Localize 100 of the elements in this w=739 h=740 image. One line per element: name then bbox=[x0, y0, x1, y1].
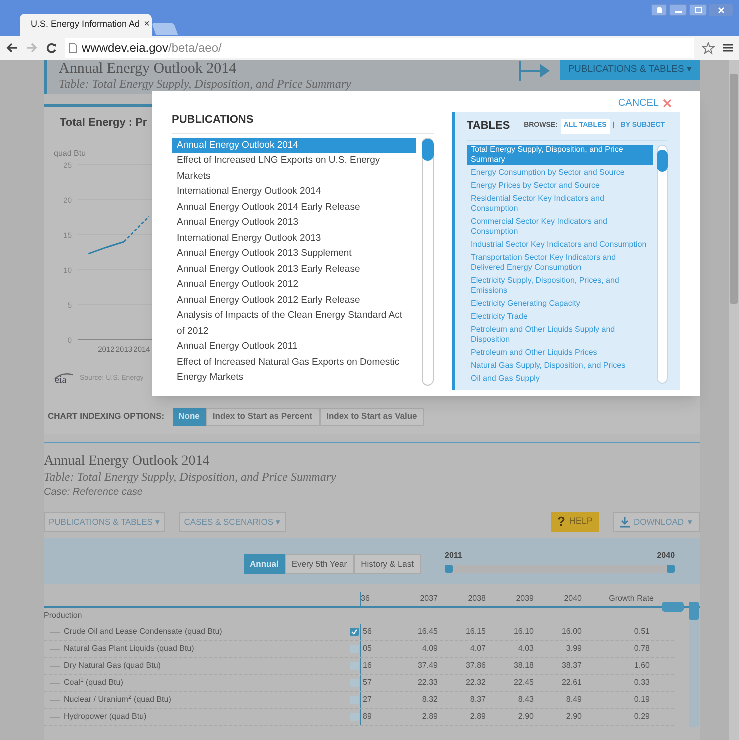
indexing-option[interactable]: None bbox=[172, 408, 206, 426]
table-item[interactable]: Energy Prices by Sector and Source bbox=[467, 180, 653, 190]
row-checkbox[interactable] bbox=[350, 679, 359, 687]
scrollbar[interactable] bbox=[657, 144, 668, 384]
table-cell: 0.78 bbox=[634, 644, 650, 653]
table-item[interactable]: Industrial Sector Key Indicators and Consumption bbox=[467, 240, 653, 250]
table-item[interactable]: Petroleum and Other Liquids Supply and Disposition bbox=[467, 324, 653, 344]
publication-item[interactable]: Analysis of Impacts of the Clean Energy Standard Act of 2012 bbox=[172, 308, 416, 339]
publication-item[interactable]: Annual Energy Outlook 2011 bbox=[172, 339, 416, 354]
page-scrollbar[interactable] bbox=[729, 60, 739, 740]
publications-tables-button[interactable]: PUBLICATIONS & TABLES ▾ bbox=[560, 60, 700, 80]
publication-item[interactable]: Annual Energy Outlook 2012 Early Release bbox=[172, 292, 416, 308]
address-field[interactable]: wwwdev.eia.gov/beta/aeo/ bbox=[65, 38, 694, 58]
publication-item[interactable]: Annual Energy Outlook 2014 bbox=[172, 138, 416, 153]
table-cell: 8.43 bbox=[518, 695, 534, 704]
period-tab[interactable]: Every 5th Year bbox=[284, 554, 354, 574]
row-checkbox[interactable] bbox=[350, 696, 359, 704]
year-range-slider[interactable] bbox=[445, 564, 676, 572]
indexing-option[interactable]: Index to Start as Value bbox=[320, 408, 424, 426]
publication-item[interactable]: Annual Energy Outlook 2013 bbox=[172, 215, 416, 230]
browser-tab[interactable]: U.S. Energy Information Ad × bbox=[20, 14, 152, 36]
table-item[interactable]: Residential Sector Key Indicators and Consumption bbox=[467, 194, 653, 214]
table-cell: 4.07 bbox=[470, 644, 486, 653]
table-item[interactable]: Petroleum and Other Liquids Prices bbox=[467, 348, 653, 358]
table-cell: 4.09 bbox=[422, 644, 438, 653]
dropdown-button[interactable]: CASES & SCENARIOS ▾ bbox=[179, 512, 286, 532]
cancel-button[interactable]: CANCEL bbox=[618, 96, 672, 111]
slider-handle[interactable] bbox=[445, 564, 454, 572]
reload-icon[interactable] bbox=[46, 42, 57, 54]
publication-item[interactable]: International Energy Outlook 2013 bbox=[172, 230, 416, 246]
publication-item[interactable]: Annual Energy Outlook 2013 Supplement bbox=[172, 246, 416, 262]
table-item[interactable]: Transportation Sector Key Indicators and Delivered Energy Consumption bbox=[467, 252, 653, 272]
horizontal-scroll-thumb[interactable] bbox=[662, 602, 684, 612]
table-cell: 2.90 bbox=[518, 712, 534, 721]
minimize-icon[interactable] bbox=[669, 4, 687, 16]
table-cell: 0.51 bbox=[634, 627, 650, 636]
download-button[interactable]: DOWNLOAD ▾ bbox=[612, 512, 700, 532]
page-title: Annual Energy Outlook 2014 bbox=[59, 61, 238, 77]
row-checkbox[interactable] bbox=[350, 713, 359, 721]
table-item[interactable]: Electricity Supply, Disposition, Prices, and Emissions bbox=[467, 276, 653, 296]
table-cell: 8.37 bbox=[470, 695, 486, 704]
table-item[interactable]: Natural Gas Supply, Disposition, and Prices bbox=[467, 360, 653, 370]
star-icon[interactable] bbox=[702, 42, 715, 54]
indexing-option[interactable]: Index to Start as Percent bbox=[206, 408, 320, 426]
publication-item[interactable]: Annual Energy Outlook 2014 Early Release bbox=[172, 200, 416, 215]
row-checkbox[interactable] bbox=[350, 628, 359, 636]
table-cell: 16.10 bbox=[514, 627, 534, 636]
table-item[interactable]: Total Energy Supply, Disposition, and Price Summary bbox=[467, 144, 653, 164]
tab-title: U.S. Energy Information Ad bbox=[31, 18, 140, 32]
table-cell: 22.33 bbox=[418, 678, 438, 687]
section-subtitle: Table: Total Energy Supply, Disposition, and Price Summary bbox=[44, 470, 338, 485]
period-tab[interactable]: Annual bbox=[244, 554, 285, 574]
back-arrow-icon[interactable] bbox=[6, 43, 18, 53]
table-item[interactable]: Electricity Trade bbox=[467, 312, 653, 322]
table-item[interactable]: Electricity Generating Capacity bbox=[467, 298, 653, 308]
table-item[interactable]: Oil and Gas Supply bbox=[467, 374, 653, 384]
row-label: Dry Natural Gas (quad Btu) bbox=[63, 660, 162, 672]
scrollbar[interactable] bbox=[422, 138, 434, 386]
table-cell: 0.19 bbox=[634, 695, 650, 704]
user-icon[interactable] bbox=[651, 4, 667, 16]
table-cell: 22.32 bbox=[466, 678, 486, 687]
slider-handle[interactable] bbox=[667, 564, 676, 572]
close-icon bbox=[663, 99, 672, 108]
help-button[interactable]: ? HELP bbox=[551, 512, 599, 532]
tables-heading: TABLES bbox=[467, 119, 510, 134]
table-cell: 3.99 bbox=[566, 644, 582, 653]
table-cell: 27 bbox=[363, 694, 372, 706]
range-end-label: 2040 bbox=[657, 550, 676, 562]
publication-item[interactable]: International Energy Outlook 2014 bbox=[172, 184, 416, 200]
column-header: 36 bbox=[361, 593, 370, 605]
scroll-thumb[interactable] bbox=[657, 150, 668, 172]
publication-item[interactable]: Annual Energy Outlook 2012 bbox=[172, 277, 416, 292]
table-cell: 56 bbox=[363, 626, 372, 638]
new-tab-button[interactable] bbox=[152, 23, 178, 35]
table-cell: 22.61 bbox=[562, 678, 582, 687]
table-cell: 38.18 bbox=[514, 661, 534, 670]
vertical-scrollbar[interactable] bbox=[689, 602, 699, 727]
row-group-label: Production bbox=[44, 610, 84, 622]
indexing-label: CHART INDEXING OPTIONS: bbox=[48, 410, 165, 423]
publication-item[interactable]: Annual Energy Outlook 2013 Early Release bbox=[172, 262, 416, 277]
chart-title: Total Energy : Pr bbox=[60, 116, 148, 131]
table-cell: 89 bbox=[363, 711, 372, 723]
row-checkbox[interactable] bbox=[350, 662, 359, 670]
section-title: Annual Energy Outlook 2014 bbox=[44, 453, 211, 470]
publication-item[interactable]: Effect of Increased LNG Exports on U.S. Energy Markets bbox=[172, 153, 416, 184]
scroll-thumb[interactable] bbox=[422, 138, 434, 160]
forward-arrow-icon[interactable] bbox=[26, 43, 38, 53]
maximize-icon[interactable] bbox=[689, 4, 707, 16]
page-icon bbox=[69, 42, 78, 54]
close-tab-button[interactable]: × bbox=[144, 20, 150, 30]
row-checkbox[interactable] bbox=[350, 645, 359, 653]
menu-icon[interactable] bbox=[723, 43, 733, 53]
dropdown-button[interactable]: PUBLICATIONS & TABLES ▾ bbox=[44, 512, 166, 532]
table-cell: 8.32 bbox=[422, 695, 438, 704]
close-icon[interactable] bbox=[709, 4, 733, 16]
table-item[interactable]: Energy Consumption by Sector and Source bbox=[467, 168, 653, 178]
table-item[interactable]: Commercial Sector Key Indicators and Consumption bbox=[467, 216, 653, 236]
table-cell: 38.37 bbox=[562, 661, 582, 670]
publication-item[interactable]: Effect of Increased Natural Gas Exports on Domestic Energy Markets bbox=[172, 354, 416, 386]
period-tab[interactable]: History & Last bbox=[354, 554, 422, 574]
